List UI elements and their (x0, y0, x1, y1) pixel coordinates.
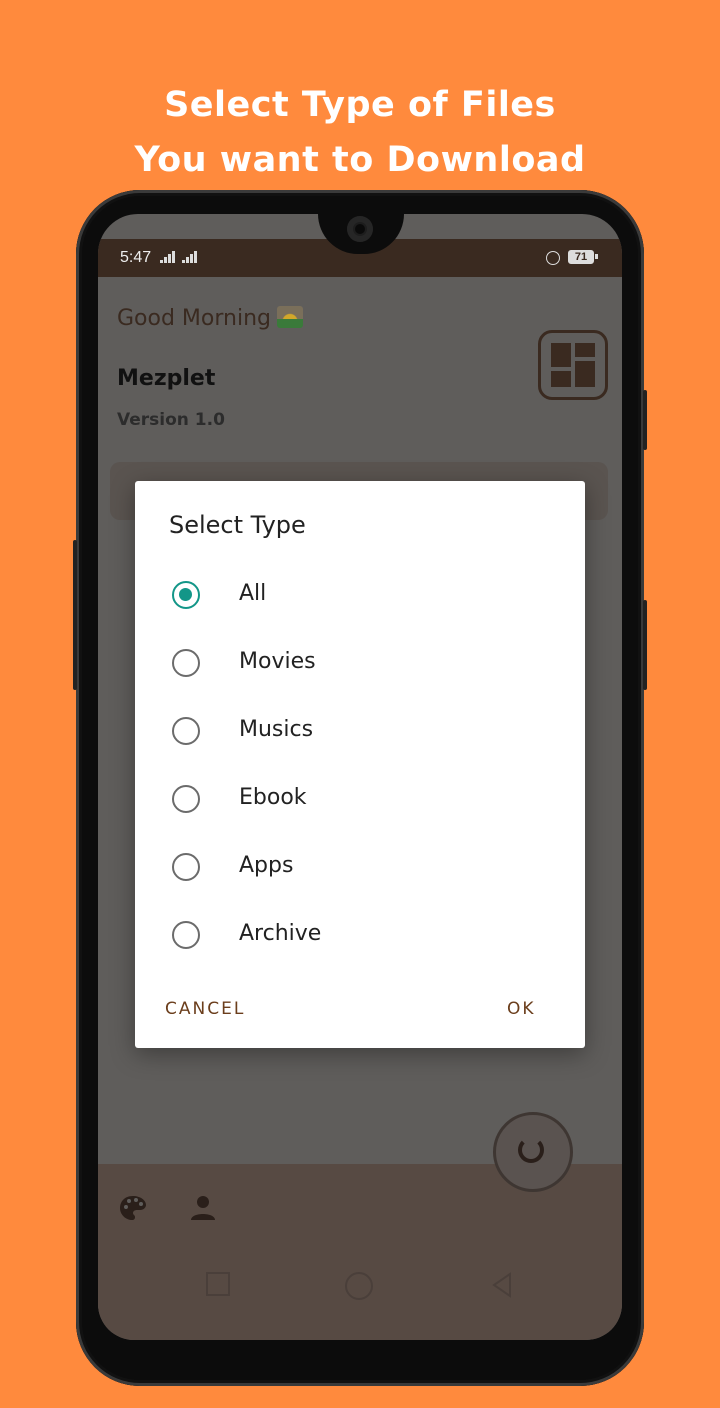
app-name: Mezplet (117, 366, 216, 391)
dialog-title: Select Type (169, 511, 306, 539)
headline-line-1: Select Type of Files (164, 85, 556, 125)
volume-button (73, 540, 77, 690)
select-type-dialog: Select Type All Movies Musics Ebook Apps… (135, 481, 585, 1048)
signal-icon (160, 251, 176, 263)
grid-cell (575, 343, 595, 357)
lock-rotation-icon (546, 251, 560, 265)
option-label: Apps (239, 853, 294, 878)
option-ebook[interactable]: Ebook (169, 785, 549, 825)
radio-button[interactable] (172, 785, 200, 813)
option-label: Movies (239, 649, 316, 674)
grid-layout-icon (551, 343, 571, 367)
palette-icon[interactable] (118, 1194, 148, 1222)
signal-icon-2 (182, 251, 198, 263)
battery-icon: 71 (568, 250, 598, 264)
radio-button[interactable] (172, 581, 200, 609)
option-label: Ebook (239, 785, 307, 810)
radio-button[interactable] (172, 717, 200, 745)
front-camera (347, 216, 373, 242)
back-button[interactable] (490, 1272, 514, 1298)
recent-apps-button[interactable] (206, 1272, 230, 1296)
option-label: Archive (239, 921, 322, 946)
refresh-button[interactable] (493, 1112, 573, 1192)
promo-headline: Select Type of Files You want to Downloa… (0, 78, 720, 188)
option-movies[interactable]: Movies (169, 649, 549, 689)
option-label: All (239, 581, 267, 606)
sunrise-icon (277, 306, 303, 328)
option-all[interactable]: All (169, 581, 549, 621)
cancel-button[interactable]: CANCEL (165, 999, 245, 1019)
power-button (643, 390, 647, 450)
radio-button[interactable] (172, 649, 200, 677)
radio-button[interactable] (172, 853, 200, 881)
person-icon[interactable] (190, 1194, 216, 1222)
radio-button[interactable] (172, 921, 200, 949)
option-musics[interactable]: Musics (169, 717, 549, 757)
side-button (643, 600, 647, 690)
option-apps[interactable]: Apps (169, 853, 549, 893)
grid-cell (575, 361, 595, 387)
greeting-text: Good Morning (117, 306, 271, 331)
grid-cell (551, 371, 571, 387)
home-button[interactable] (345, 1272, 373, 1300)
grid-layout-button[interactable] (538, 330, 608, 400)
option-archive[interactable]: Archive (169, 921, 549, 961)
app-version: Version 1.0 (117, 410, 225, 430)
status-time: 5:47 (120, 249, 152, 266)
option-label: Musics (239, 717, 314, 742)
ok-button[interactable]: OK (507, 999, 536, 1019)
headline-line-2: You want to Download (134, 140, 586, 180)
greeting: Good Morning (117, 306, 303, 331)
